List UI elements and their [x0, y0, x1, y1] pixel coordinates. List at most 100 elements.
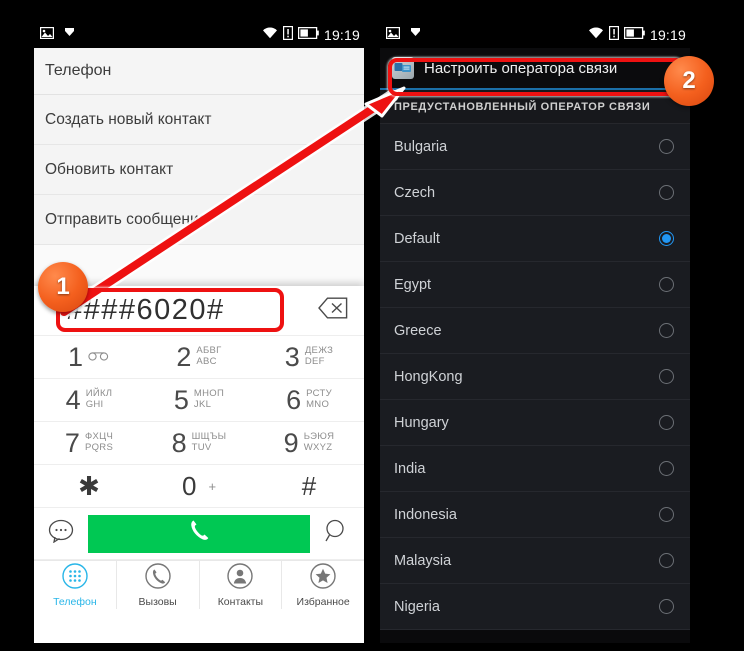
message-bubble-icon [48, 519, 74, 548]
key-letters-en: GHI [85, 399, 104, 410]
operator-row-india[interactable]: India [380, 446, 690, 492]
radio-button-selected[interactable] [659, 231, 674, 246]
radio-button[interactable] [659, 185, 674, 200]
key-letters-en: ABC [196, 356, 217, 367]
radio-button[interactable] [659, 461, 674, 476]
key-digit: 5 [173, 384, 189, 415]
menu-item-update-contact[interactable]: Обновить контакт [34, 145, 364, 195]
backspace-icon [318, 297, 348, 324]
operator-row-greece[interactable]: Greece [380, 308, 690, 354]
operator-row-hongkong[interactable]: HongKong [380, 354, 690, 400]
operator-row-indonesia[interactable]: Indonesia [380, 492, 690, 538]
key-digit: 0 [181, 471, 197, 501]
key-digit: 7 [64, 427, 80, 458]
radio-button[interactable] [659, 599, 674, 614]
status-time: 19:19 [323, 27, 360, 43]
radio-button[interactable] [659, 553, 674, 568]
carrier-settings-icon [392, 57, 414, 79]
section-label: ПРЕДУСТАНОВЛЕННЫЙ ОПЕРАТОР СВЯЗИ [380, 90, 690, 124]
radio-button[interactable] [659, 139, 674, 154]
operator-row-bulgaria[interactable]: Bulgaria [380, 124, 690, 170]
key-5[interactable]: 5 МНОП JKL [144, 379, 254, 422]
operator-name: Indonesia [394, 506, 457, 523]
callout-badge-1: 1 [38, 262, 88, 312]
operator-row-default[interactable]: Default [380, 216, 690, 262]
screenshot-root: 19:19 Телефон Создать новый контакт Обно… [0, 0, 744, 651]
key-6[interactable]: 6 РСТУ MNO [254, 379, 364, 422]
voicemail-icon [88, 348, 110, 366]
radio-button[interactable] [659, 323, 674, 338]
menu-item-label: Обновить контакт [45, 160, 174, 178]
operator-row-nigeria[interactable]: Nigeria [380, 584, 690, 630]
key-9[interactable]: 9 ЬЭЮЯ WXYZ [254, 422, 364, 465]
key-letters-en: TUV [191, 442, 212, 453]
phone-handset-icon [186, 518, 212, 549]
operator-row-hungary[interactable]: Hungary [380, 400, 690, 446]
bottom-tab-bar: Телефон Вызовы Контакты Избранное [34, 560, 364, 609]
operator-row-czech[interactable]: Czech [380, 170, 690, 216]
status-bar-left: 19:19 [34, 22, 364, 48]
key-hash[interactable]: # [254, 465, 364, 508]
carrier-settings-title: Настроить оператора связи [424, 59, 618, 77]
key-star-symbol: ✱ [78, 471, 100, 501]
call-button[interactable] [88, 514, 310, 553]
key-7[interactable]: 7 ФХЦЧ PQRS [34, 422, 144, 465]
person-icon [227, 562, 254, 594]
key-3[interactable]: 3 ДЕЖЗ DEF [254, 336, 364, 379]
radio-button[interactable] [659, 369, 674, 384]
tab-favorites[interactable]: Избранное [282, 561, 364, 609]
key-digit: 8 [171, 427, 187, 458]
key-8[interactable]: 8 ШЩЪЫ TUV [144, 422, 254, 465]
right-phone-screen: 19:19 Настроить оператора связи ПРЕДУСТА… [380, 0, 690, 651]
key-4[interactable]: 4 ИЙКЛ GHI [34, 379, 144, 422]
callout-badge-2: 2 [664, 56, 714, 106]
key-letters-en: WXYZ [303, 442, 333, 453]
alert-icon [608, 25, 619, 45]
message-button[interactable] [46, 519, 76, 549]
search-icon [324, 518, 350, 549]
radio-button[interactable] [659, 277, 674, 292]
star-icon [310, 562, 336, 594]
key-plus-symbol: + [208, 478, 217, 494]
tab-label: Телефон [53, 595, 97, 608]
operator-name: Nigeria [394, 598, 440, 615]
page-title: Телефон [34, 48, 364, 95]
radio-button[interactable] [659, 507, 674, 522]
key-letters-en: DEF [304, 356, 325, 367]
operator-row-malaysia[interactable]: Malaysia [380, 538, 690, 584]
operator-row-egypt[interactable]: Egypt [380, 262, 690, 308]
image-icon [385, 26, 401, 44]
radio-button[interactable] [659, 415, 674, 430]
menu-item-label: Отправить сообщение [45, 210, 208, 228]
operator-name: Czech [394, 184, 436, 201]
phone-icon [144, 562, 171, 594]
key-1[interactable]: 1 [34, 336, 144, 379]
battery-icon [297, 26, 319, 44]
alert-icon [282, 25, 293, 45]
operator-name: Bulgaria [394, 138, 448, 155]
tab-phone[interactable]: Телефон [34, 561, 117, 609]
dialer-action-row [34, 508, 364, 560]
status-icons-left [34, 26, 76, 44]
operator-name: Egypt [394, 276, 432, 293]
tab-label: Избранное [296, 595, 350, 608]
key-0[interactable]: 0 + [144, 465, 254, 508]
phone-app-body: Телефон Создать новый контакт Обновить к… [34, 48, 364, 643]
key-hash-symbol: # [301, 471, 317, 501]
tab-calls[interactable]: Вызовы [117, 561, 200, 609]
tab-contacts[interactable]: Контакты [200, 561, 283, 609]
operator-name: Greece [394, 322, 442, 339]
key-2[interactable]: 2 АБВГ ABC [144, 336, 254, 379]
key-digit: 9 [283, 427, 299, 458]
download-icon [409, 26, 422, 44]
menu-item-send-message[interactable]: Отправить сообщение [34, 195, 364, 245]
operator-name: Hungary [394, 414, 449, 431]
key-star[interactable]: ✱ [34, 465, 144, 508]
carrier-settings-header[interactable]: Настроить оператора связи [380, 48, 690, 90]
image-icon [39, 26, 55, 44]
menu-item-create-contact[interactable]: Создать новый контакт [34, 95, 364, 145]
tab-label: Вызовы [138, 595, 177, 608]
search-button[interactable] [322, 519, 352, 549]
backspace-button[interactable] [302, 297, 364, 324]
menu-item-label: Создать новый контакт [45, 110, 212, 128]
